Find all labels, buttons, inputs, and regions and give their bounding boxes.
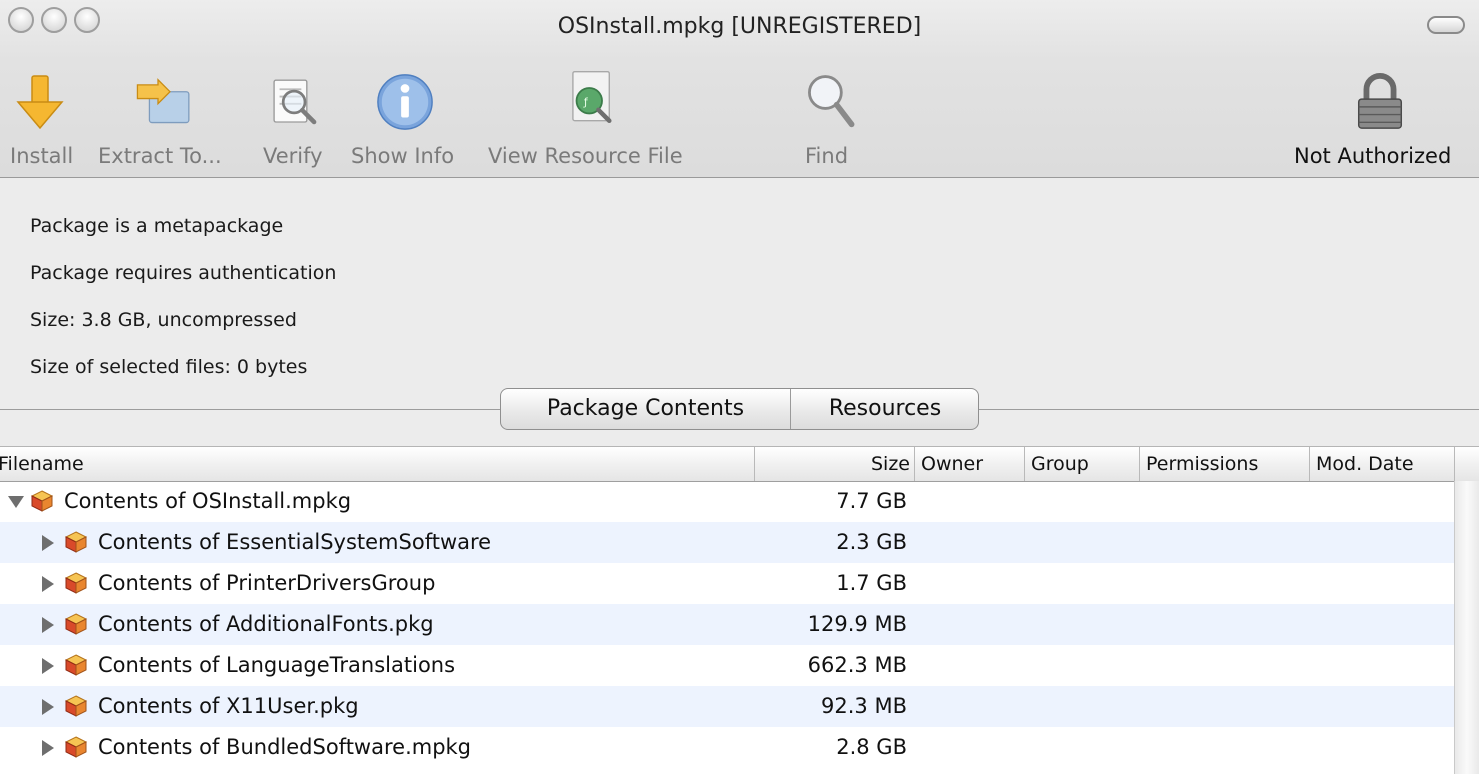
package-icon bbox=[64, 572, 88, 594]
package-icon bbox=[64, 654, 88, 676]
toolbar-toggle-button[interactable] bbox=[1427, 16, 1465, 34]
extract-folder-icon bbox=[136, 78, 190, 124]
window-title: OSInstall.mpkg [UNREGISTERED] bbox=[557, 14, 922, 39]
disclosure-collapsed-icon[interactable] bbox=[42, 576, 54, 592]
disclosure-collapsed-icon[interactable] bbox=[42, 535, 54, 551]
info-authentication: Package requires authentication bbox=[30, 262, 337, 284]
row-filename: Contents of BundledSoftware.mpkg bbox=[98, 735, 472, 759]
resource-file-icon: ƒ bbox=[572, 70, 612, 123]
disclosure-expanded-icon[interactable] bbox=[8, 496, 24, 508]
table-row[interactable]: Contents of PrinterDriversGroup 1.7 GB bbox=[0, 563, 1455, 604]
vertical-scrollbar[interactable] bbox=[1454, 481, 1479, 774]
row-filename: Contents of OSInstall.mpkg bbox=[64, 489, 352, 513]
lock-icon bbox=[1357, 72, 1403, 129]
row-size: 92.3 MB bbox=[821, 694, 907, 718]
package-icon bbox=[64, 531, 88, 553]
table-row[interactable]: Contents of X11User.pkg 92.3 MB bbox=[0, 686, 1455, 727]
row-size: 7.7 GB bbox=[836, 489, 907, 513]
table-row[interactable]: Contents of AdditionalFonts.pkg 129.9 MB bbox=[0, 604, 1455, 645]
column-header-owner[interactable]: Owner bbox=[915, 447, 1025, 481]
package-info-panel: Package is a metapackage Package require… bbox=[0, 178, 1479, 383]
window-chrome: OSInstall.mpkg [UNREGISTERED] Install Ex… bbox=[0, 0, 1479, 178]
package-icon bbox=[30, 490, 54, 512]
table-row[interactable]: Contents of BundledSoftware.mpkg 2.8 GB bbox=[0, 727, 1455, 768]
tab-resources[interactable]: Resources bbox=[791, 389, 979, 429]
verify-label: Verify bbox=[263, 144, 323, 168]
tab-control: Package Contents Resources bbox=[500, 388, 979, 430]
row-size: 1.7 GB bbox=[836, 571, 907, 595]
column-header-size[interactable]: Size bbox=[755, 447, 915, 481]
auth-status-label: Not Authorized bbox=[1294, 144, 1452, 168]
title-bar: OSInstall.mpkg [UNREGISTERED] bbox=[0, 0, 1479, 70]
info-selected-size: Size of selected files: 0 bytes bbox=[30, 356, 308, 378]
verify-document-icon bbox=[273, 79, 317, 125]
column-header-group[interactable]: Group bbox=[1025, 447, 1140, 481]
row-filename: Contents of X11User.pkg bbox=[98, 694, 359, 718]
info-size: Size: 3.8 GB, uncompressed bbox=[30, 309, 297, 331]
disclosure-collapsed-icon[interactable] bbox=[42, 617, 54, 633]
row-size: 2.3 GB bbox=[836, 530, 907, 554]
column-header-permissions[interactable]: Permissions bbox=[1140, 447, 1310, 481]
row-size: 129.9 MB bbox=[807, 612, 907, 636]
info-icon bbox=[377, 74, 433, 130]
find-label: Find bbox=[805, 144, 849, 168]
show-info-label: Show Info bbox=[351, 144, 455, 168]
tab-package-contents[interactable]: Package Contents bbox=[501, 389, 791, 429]
row-filename: Contents of AdditionalFonts.pkg bbox=[98, 612, 434, 636]
table-row[interactable]: Contents of LanguageTranslations 662.3 M… bbox=[0, 645, 1455, 686]
column-header-filename[interactable]: Filename bbox=[0, 447, 755, 481]
magnifier-icon bbox=[808, 75, 855, 128]
table-row[interactable]: Contents of OSInstall.mpkg 7.7 GB bbox=[0, 481, 1455, 522]
package-icon bbox=[64, 695, 88, 717]
row-filename: Contents of EssentialSystemSoftware bbox=[98, 530, 492, 554]
table-rows: Contents of OSInstall.mpkg 7.7 GB Conten… bbox=[0, 481, 1455, 768]
package-icon bbox=[64, 613, 88, 635]
row-size: 2.8 GB bbox=[836, 735, 907, 759]
table-row[interactable]: Contents of EssentialSystemSoftware 2.3 … bbox=[0, 522, 1455, 563]
package-window: OSInstall.mpkg [UNREGISTERED] Install Ex… bbox=[0, 0, 1479, 774]
contents-table: Filename Size Owner Group Permissions Mo… bbox=[0, 446, 1479, 774]
install-label: Install bbox=[10, 144, 74, 168]
install-arrow-icon bbox=[16, 75, 64, 130]
row-filename: Contents of LanguageTranslations bbox=[98, 653, 456, 677]
info-metapackage: Package is a metapackage bbox=[30, 215, 284, 237]
column-header-mod-date[interactable]: Mod. Date bbox=[1310, 447, 1455, 481]
disclosure-collapsed-icon[interactable] bbox=[42, 740, 54, 756]
disclosure-collapsed-icon[interactable] bbox=[42, 699, 54, 715]
view-resource-file-label: View Resource File bbox=[488, 144, 683, 168]
row-size: 662.3 MB bbox=[807, 653, 907, 677]
table-header: Filename Size Owner Group Permissions Mo… bbox=[0, 446, 1479, 482]
row-filename: Contents of PrinterDriversGroup bbox=[98, 571, 436, 595]
extract-to-label: Extract To... bbox=[98, 144, 222, 168]
disclosure-collapsed-icon[interactable] bbox=[42, 658, 54, 674]
package-icon bbox=[64, 736, 88, 758]
